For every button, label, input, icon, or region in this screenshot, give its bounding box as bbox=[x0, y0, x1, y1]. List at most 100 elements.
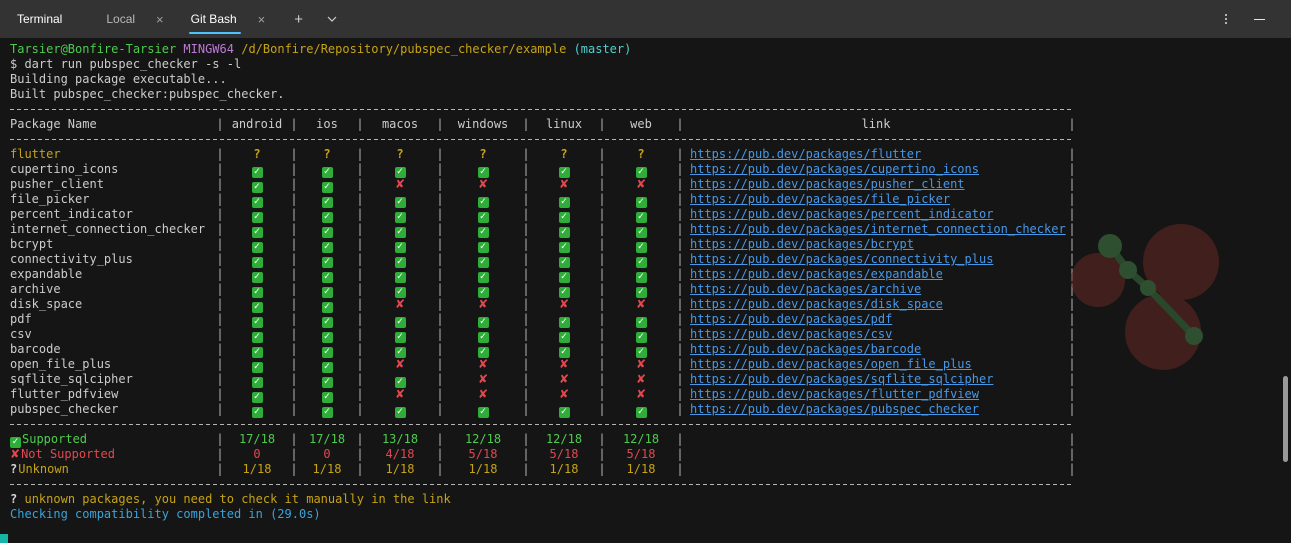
platform-cell: ✓ bbox=[606, 237, 676, 253]
summary-value: 0 bbox=[323, 447, 331, 461]
column-separator bbox=[216, 372, 224, 387]
platform-cell: ✓ bbox=[298, 252, 356, 268]
platform-cell: ✓ bbox=[224, 312, 290, 328]
tab-local[interactable]: Local × bbox=[92, 0, 176, 38]
platform-cell: ✘ bbox=[530, 372, 598, 387]
supported-check-icon: ✓ bbox=[635, 346, 647, 358]
column-separator bbox=[676, 357, 684, 372]
menu-kebab-icon[interactable] bbox=[1216, 10, 1236, 28]
package-link[interactable]: https://pub.dev/packages/sqflite_sqlciph… bbox=[690, 372, 993, 386]
col-ios: ios bbox=[316, 117, 338, 131]
column-separator bbox=[676, 342, 684, 357]
column-separator bbox=[436, 162, 444, 177]
not-supported-cross-icon: ✘ bbox=[635, 387, 647, 401]
platform-cell: ✓ bbox=[298, 162, 356, 178]
package-link[interactable]: https://pub.dev/packages/connectivity_pl… bbox=[690, 252, 993, 266]
column-separator bbox=[676, 252, 684, 267]
package-link[interactable]: https://pub.dev/packages/csv bbox=[690, 327, 892, 341]
table-row: file_picker ✓ ✓ ✓ ✓ ✓ ✓ https://pub.dev/package… bbox=[10, 192, 1291, 208]
column-separator bbox=[598, 342, 606, 357]
package-link[interactable]: https://pub.dev/packages/pusher_client bbox=[690, 177, 965, 191]
platform-cell: ✓ bbox=[224, 267, 290, 283]
package-link[interactable]: https://pub.dev/packages/open_file_plus bbox=[690, 357, 972, 371]
column-separator bbox=[290, 342, 298, 357]
column-separator bbox=[356, 207, 364, 222]
summary-value: 1/18 bbox=[549, 462, 579, 476]
package-link[interactable]: https://pub.dev/packages/barcode bbox=[690, 342, 921, 356]
summary-value: 13/18 bbox=[381, 432, 419, 446]
platform-cell: ✓ bbox=[530, 252, 598, 268]
platform-cell: ✓ bbox=[224, 222, 290, 238]
platform-cell: ? bbox=[298, 147, 356, 162]
completion-line: Checking compatibility completed in (29.… bbox=[10, 507, 321, 521]
package-link[interactable]: https://pub.dev/packages/expandable bbox=[690, 267, 943, 281]
platform-cell: ✓ bbox=[224, 282, 290, 298]
platform-cell: ✘ bbox=[444, 372, 522, 387]
package-link[interactable]: https://pub.dev/packages/flutter bbox=[690, 147, 921, 161]
column-separator bbox=[356, 312, 364, 327]
platform-cell: ✘ bbox=[606, 387, 676, 402]
column-separator bbox=[522, 312, 530, 327]
platform-cell: ✓ bbox=[530, 267, 598, 283]
column-separator bbox=[676, 177, 684, 192]
column-separator bbox=[356, 447, 364, 462]
column-separator bbox=[522, 237, 530, 252]
column-separator bbox=[676, 282, 684, 297]
platform-cell: ✓ bbox=[364, 252, 436, 268]
new-tab-button[interactable]: + bbox=[286, 8, 311, 31]
column-separator bbox=[290, 222, 298, 237]
package-link[interactable]: https://pub.dev/packages/pdf bbox=[690, 312, 892, 326]
column-separator bbox=[1068, 177, 1076, 192]
platform-cell: ✘ bbox=[364, 387, 436, 402]
package-link[interactable]: https://pub.dev/packages/percent_indicat… bbox=[690, 207, 993, 221]
column-separator bbox=[436, 177, 444, 192]
package-link[interactable]: https://pub.dev/packages/flutter_pdfview bbox=[690, 387, 979, 401]
not-supported-cross-icon: ✘ bbox=[394, 177, 406, 191]
platform-cell: ✓ bbox=[530, 327, 598, 343]
column-separator bbox=[598, 402, 606, 417]
supported-check-icon: ✓ bbox=[394, 346, 406, 358]
platform-cell: ✓ bbox=[606, 282, 676, 298]
package-link[interactable]: https://pub.dev/packages/archive bbox=[690, 282, 921, 296]
not-supported-cross-icon: ✘ bbox=[394, 357, 406, 371]
tab-git-bash[interactable]: Git Bash × bbox=[177, 0, 279, 38]
column-separator bbox=[436, 207, 444, 222]
supported-check-icon: ✓ bbox=[635, 286, 647, 298]
summary-value: 12/18 bbox=[622, 432, 660, 446]
platform-cell: ✓ bbox=[298, 357, 356, 373]
prompt-env: MINGW64 bbox=[183, 42, 234, 56]
platform-cell: ✓ bbox=[298, 327, 356, 343]
summary-label: Supported bbox=[22, 431, 88, 446]
platform-cell: ✓ bbox=[224, 342, 290, 358]
scrollbar[interactable] bbox=[1283, 376, 1288, 462]
platform-cell: ✓ bbox=[530, 237, 598, 253]
package-link[interactable]: https://pub.dev/packages/bcrypt bbox=[690, 237, 914, 251]
platform-cell: ✓ bbox=[364, 192, 436, 208]
link-cell: https://pub.dev/packages/internet_connec… bbox=[684, 222, 1068, 237]
package-name: archive bbox=[10, 282, 61, 296]
platform-cell: ✓ bbox=[364, 342, 436, 358]
close-tab-icon[interactable]: × bbox=[253, 12, 271, 27]
package-link[interactable]: https://pub.dev/packages/file_picker bbox=[690, 192, 950, 206]
platform-cell: ✓ bbox=[224, 327, 290, 343]
summary-value: 1/18 bbox=[468, 462, 498, 476]
platform-cell: ✓ bbox=[364, 267, 436, 283]
package-link[interactable]: https://pub.dev/packages/pubspec_checker bbox=[690, 402, 979, 416]
column-separator bbox=[522, 117, 530, 132]
package-link[interactable]: https://pub.dev/packages/cupertino_icons bbox=[690, 162, 979, 176]
supported-check-icon: ✓ bbox=[394, 286, 406, 298]
close-tab-icon[interactable]: × bbox=[151, 12, 169, 27]
minimize-button[interactable] bbox=[1244, 12, 1275, 27]
col-android: android bbox=[231, 117, 283, 131]
column-separator bbox=[436, 312, 444, 327]
platform-cell: ✘ bbox=[444, 177, 522, 192]
column-separator bbox=[522, 402, 530, 417]
column-separator bbox=[522, 327, 530, 342]
column-separator bbox=[216, 402, 224, 417]
package-link[interactable]: https://pub.dev/packages/internet_connec… bbox=[690, 222, 1066, 236]
package-link[interactable]: https://pub.dev/packages/disk_space bbox=[690, 297, 943, 311]
column-separator bbox=[598, 462, 606, 477]
chevron-down-icon[interactable] bbox=[319, 13, 345, 25]
summary-value: 5/18 bbox=[549, 447, 579, 461]
link-cell: https://pub.dev/packages/flutter bbox=[684, 147, 1068, 162]
